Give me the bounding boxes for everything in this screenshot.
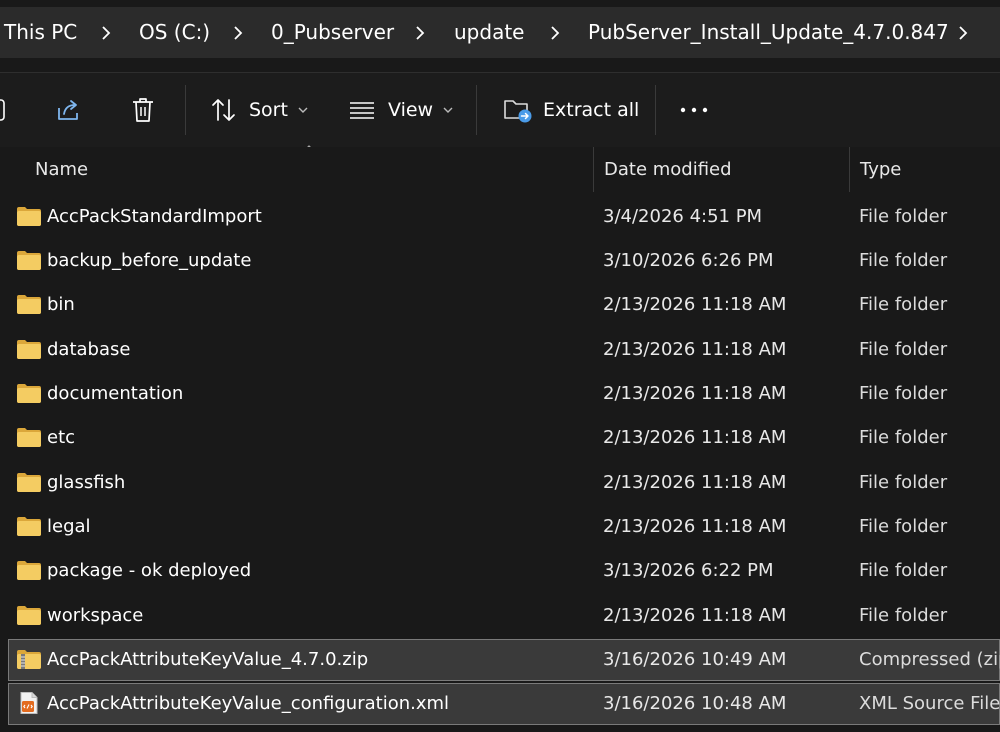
xml-file-icon <box>16 692 42 714</box>
sort-button[interactable]: Sort <box>210 73 308 147</box>
breadcrumb-pubserver[interactable]: 0_Pubserver <box>271 7 394 58</box>
file-row[interactable]: workspace 2/13/2026 11:18 AM File folder <box>8 595 1000 637</box>
extract-all-button[interactable]: Extract all <box>503 73 639 147</box>
more-options-button[interactable] <box>680 73 708 147</box>
file-type: XML Source File <box>859 693 1000 714</box>
command-bar: Sort View Extract all <box>0 72 1000 148</box>
file-name: AccPackAttributeKeyValue_4.7.0.zip <box>47 649 369 670</box>
file-row[interactable]: database 2/13/2026 11:18 AM File folder <box>8 329 1000 371</box>
file-name: bin <box>47 294 75 315</box>
file-date-modified: 2/13/2026 11:18 AM <box>603 516 787 537</box>
file-date-modified: 2/13/2026 11:18 AM <box>603 383 787 404</box>
file-date-modified: 2/13/2026 11:18 AM <box>603 339 787 360</box>
chevron-right-icon[interactable] <box>545 7 565 58</box>
file-type: Compressed (zip <box>859 649 1000 670</box>
file-row[interactable]: legal 2/13/2026 11:18 AM File folder <box>8 506 1000 548</box>
sort-label: Sort <box>249 99 288 121</box>
file-date-modified: 2/13/2026 11:18 AM <box>603 605 787 626</box>
file-row[interactable]: package - ok deployed 3/13/2026 6:22 PM Fi… <box>8 550 1000 592</box>
trash-icon[interactable] <box>130 73 156 147</box>
file-type: File folder <box>859 339 948 360</box>
share-icon[interactable] <box>54 73 82 147</box>
file-type: File folder <box>859 605 948 626</box>
extract-all-label: Extract all <box>543 99 640 121</box>
file-date-modified: 3/13/2026 6:22 PM <box>603 560 774 581</box>
chevron-right-icon[interactable] <box>96 7 116 58</box>
file-date-modified: 3/4/2026 4:51 PM <box>603 206 763 227</box>
breadcrumb-os-c[interactable]: OS (C:) <box>139 7 210 58</box>
folder-icon <box>16 249 42 271</box>
file-type: File folder <box>859 206 948 227</box>
file-date-modified: 3/16/2026 10:48 AM <box>603 693 787 714</box>
view-label: View <box>388 99 434 121</box>
file-name: workspace <box>47 605 144 626</box>
folder-icon <box>16 604 42 626</box>
breadcrumb-current-folder[interactable]: PubServer_Install_Update_4.7.0.847 <box>588 7 949 58</box>
breadcrumb-this-pc[interactable]: This PC <box>4 7 77 58</box>
file-type: File folder <box>859 383 948 404</box>
folder-icon <box>16 515 42 537</box>
folder-icon <box>16 205 42 227</box>
file-date-modified: 3/10/2026 6:26 PM <box>603 250 774 271</box>
file-date-modified: 2/13/2026 11:18 AM <box>603 472 787 493</box>
sort-icon <box>212 99 235 121</box>
chevron-right-icon[interactable] <box>953 7 973 58</box>
file-name: database <box>47 339 131 360</box>
chevron-down-icon <box>443 107 453 113</box>
file-name: legal <box>47 516 91 537</box>
column-resize-handle[interactable] <box>849 147 850 192</box>
folder-icon <box>16 471 42 493</box>
file-row[interactable]: backup_before_update 3/10/2026 6:26 PM Fil… <box>8 240 1000 282</box>
file-row[interactable]: etc 2/13/2026 11:18 AM File folder <box>8 417 1000 459</box>
column-header: Name Date modified Type <box>0 147 1000 192</box>
file-row[interactable]: AccPackAttributeKeyValue_configuration.x… <box>8 683 1000 725</box>
file-row[interactable]: glassfish 2/13/2026 11:18 AM File folder <box>8 462 1000 504</box>
more-icon <box>680 107 708 113</box>
extract-folder-icon <box>504 100 532 123</box>
chevron-right-icon[interactable] <box>410 7 430 58</box>
toolbar-divider <box>476 85 477 135</box>
file-type: File folder <box>859 427 948 448</box>
file-name: AccPackAttributeKeyValue_configuration.x… <box>47 693 450 714</box>
zip-folder-icon <box>16 648 42 670</box>
folder-icon <box>16 559 42 581</box>
view-list-icon <box>350 102 374 119</box>
file-row[interactable]: AccPackStandardImport 3/4/2026 4:51 PM Fil… <box>8 196 1000 238</box>
column-type[interactable]: Type <box>860 147 901 192</box>
file-type: File folder <box>859 250 948 271</box>
rename-icon[interactable] <box>0 73 8 147</box>
toolbar-divider <box>185 85 186 135</box>
folder-icon <box>16 338 42 360</box>
chevron-down-icon <box>298 107 308 113</box>
file-type: File folder <box>859 472 948 493</box>
file-name: AccPackStandardImport <box>47 206 262 227</box>
breadcrumb-update[interactable]: update <box>454 7 524 58</box>
file-name: package - ok deployed <box>47 560 252 581</box>
file-date-modified: 2/13/2026 11:18 AM <box>603 427 787 448</box>
file-type: File folder <box>859 516 948 537</box>
file-name: backup_before_update <box>47 250 252 271</box>
view-button[interactable]: View <box>349 73 453 147</box>
column-resize-handle[interactable] <box>593 147 594 192</box>
file-name: etc <box>47 427 76 448</box>
file-date-modified: 2/13/2026 11:18 AM <box>603 294 787 315</box>
file-row[interactable]: bin 2/13/2026 11:18 AM File folder <box>8 284 1000 326</box>
column-date-modified[interactable]: Date modified <box>604 147 732 192</box>
file-row[interactable]: AccPackAttributeKeyValue_4.7.0.zip 3/16/2… <box>8 639 1000 681</box>
file-name: glassfish <box>47 472 126 493</box>
file-row[interactable]: documentation 2/13/2026 11:18 AM File fold… <box>8 373 1000 415</box>
chevron-right-icon[interactable] <box>228 7 248 58</box>
file-type: File folder <box>859 560 948 581</box>
file-name: documentation <box>47 383 184 404</box>
file-type: File folder <box>859 294 948 315</box>
folder-icon <box>16 293 42 315</box>
folder-icon <box>16 426 42 448</box>
address-bar: This PC OS (C:) 0_Pubserver update PubSe… <box>0 0 1000 66</box>
file-date-modified: 3/16/2026 10:49 AM <box>603 649 787 670</box>
column-name[interactable]: Name <box>35 147 88 192</box>
folder-icon <box>16 382 42 404</box>
toolbar-divider <box>655 85 656 135</box>
